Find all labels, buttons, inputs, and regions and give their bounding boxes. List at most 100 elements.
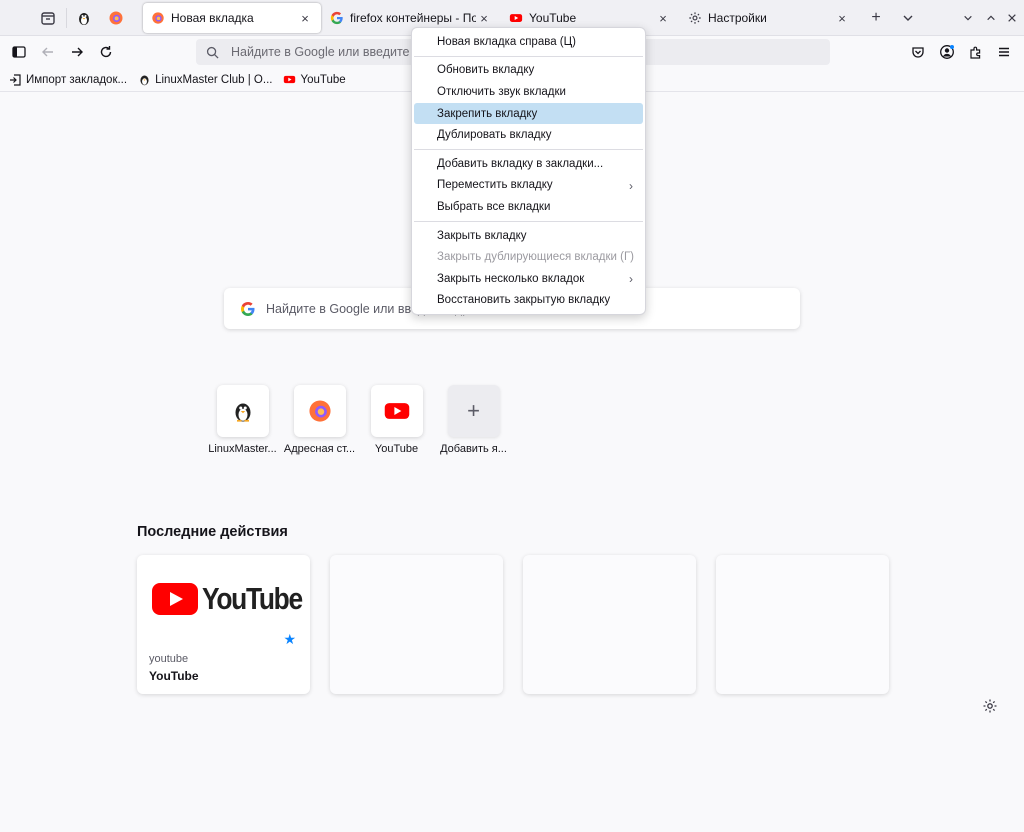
top-site-label: LinuxMaster... (208, 443, 277, 455)
menu-item-restore-closed-tab[interactable]: Восстановить закрытую вкладку (414, 290, 643, 312)
tab-close-icon[interactable]: × (297, 10, 313, 26)
top-site-linuxmaster[interactable]: LinuxMaster... (204, 385, 281, 455)
import-icon (8, 73, 22, 87)
menu-item-reload-tab[interactable]: Обновить вкладку (414, 60, 643, 82)
plus-icon: + (447, 385, 500, 437)
youtube-icon (152, 583, 198, 615)
menu-item-close-multiple-tabs[interactable]: Закрыть несколько вкладок › (414, 268, 643, 290)
top-site-youtube[interactable]: YouTube (358, 385, 435, 455)
chevron-down-icon (903, 15, 913, 21)
bookmark-youtube[interactable]: YouTube (282, 73, 346, 87)
menu-item-label: Новая вкладка справа (Ц) (437, 35, 576, 48)
bookmark-linuxmaster[interactable]: LinuxMaster Club | O... (137, 73, 272, 87)
penguin-icon (79, 13, 89, 25)
menu-item-label: Закрыть вкладку (437, 229, 527, 242)
youtube-icon (509, 11, 523, 25)
firefox-view-button[interactable] (34, 5, 62, 31)
tab-label: Новая вкладка (171, 11, 254, 25)
menu-item-label: Переместить вкладку (437, 179, 553, 192)
recent-card-youtube[interactable]: YouTube ★ youtube YouTube (137, 555, 310, 694)
menu-item-label: Дублировать вкладку (437, 129, 552, 142)
bookmarked-star-icon: ★ (283, 631, 296, 647)
tab-context-menu: Новая вкладка справа (Ц) Обновить вкладк… (411, 27, 646, 316)
menu-item-label: Закрыть несколько вкладок (437, 272, 585, 285)
firefox-view-icon (41, 12, 55, 25)
gear-icon (983, 699, 997, 713)
menu-item-close-duplicate-tabs: Закрыть дублирующиеся вкладки (Г) (414, 246, 643, 268)
menu-item-pin-tab[interactable]: Закрепить вкладку (414, 102, 643, 125)
list-all-tabs-button[interactable] (896, 6, 920, 30)
tab-label: Настройки (708, 11, 767, 25)
add-shortcut-tile[interactable]: + Добавить я... (435, 385, 512, 455)
youtube-icon (282, 73, 296, 87)
recent-card-placeholder (716, 555, 889, 694)
pinned-tab-firefox[interactable] (102, 5, 130, 31)
menu-item-label: Выбрать все вкладки (437, 200, 551, 213)
youtube-icon (384, 403, 409, 419)
chevron-down-icon (964, 15, 972, 21)
top-site-firefox[interactable]: Адресная ст... (281, 385, 358, 455)
pocket-button[interactable] (906, 40, 930, 64)
new-tab-button[interactable]: + (864, 6, 888, 30)
window-minimize-button[interactable] (956, 6, 980, 30)
tab-close-icon[interactable]: × (834, 10, 850, 26)
menu-item-duplicate-tab[interactable]: Дублировать вкладку (414, 124, 643, 146)
extensions-button[interactable] (964, 40, 988, 64)
menu-item-label: Добавить вкладку в закладки... (437, 157, 604, 170)
recent-card-placeholder (330, 555, 503, 694)
menu-item-select-all-tabs[interactable]: Выбрать все вкладки (414, 196, 643, 218)
penguin-icon (137, 73, 151, 87)
personalize-button[interactable] (982, 698, 1000, 716)
penguin-icon (235, 403, 250, 422)
tab-close-icon[interactable]: × (655, 10, 671, 26)
youtube-logo-text: YouTube (202, 581, 303, 616)
chevron-up-icon (987, 15, 995, 21)
top-site-label: YouTube (374, 443, 419, 455)
tab-close-icon[interactable]: × (476, 10, 492, 26)
pocket-icon (912, 47, 924, 58)
recent-activity-heading: Последние действия (137, 524, 288, 540)
close-icon (1008, 14, 1016, 22)
menu-item-move-tab[interactable]: Переместить вкладку › (414, 175, 643, 197)
menu-item-new-tab-right[interactable]: Новая вкладка справа (Ц) (414, 31, 643, 53)
account-button[interactable] (935, 40, 959, 64)
gear-icon (688, 11, 702, 25)
menu-item-bookmark-tab[interactable]: Добавить вкладку в закладки... (414, 153, 643, 175)
menu-item-label: Закрепить вкладку (437, 107, 538, 120)
reload-button[interactable] (94, 40, 118, 64)
google-g-icon (241, 301, 255, 316)
arrow-left-icon (42, 47, 53, 57)
menu-item-close-tab[interactable]: Закрыть вкладку (414, 225, 643, 247)
menu-button[interactable] (992, 40, 1016, 64)
reload-icon (100, 46, 112, 58)
tab-new-tab[interactable]: Новая вкладка × (143, 3, 321, 33)
forward-button[interactable] (65, 40, 89, 64)
firefox-logo-icon (308, 400, 331, 422)
menu-item-mute-tab[interactable]: Отключить звук вкладки (414, 81, 643, 103)
tab-label: firefox контейнеры - Поиск в Google (350, 11, 476, 25)
bookmark-label: Импорт закладок... (26, 73, 128, 86)
account-icon (940, 45, 954, 59)
submenu-arrow-icon: › (629, 271, 633, 286)
arrow-right-icon (72, 47, 83, 57)
recent-activity-cards: YouTube ★ youtube YouTube (137, 555, 889, 694)
search-icon (206, 46, 219, 59)
back-button[interactable] (36, 40, 60, 64)
puzzle-icon (970, 46, 981, 59)
tab-settings[interactable]: Настройки × (680, 3, 858, 33)
bookmark-import[interactable]: Импорт закладок... (8, 73, 127, 87)
menu-item-label: Восстановить закрытую вкладку (437, 294, 611, 307)
window-close-button[interactable] (1000, 6, 1024, 30)
menu-separator (414, 148, 643, 150)
hamburger-menu-icon (999, 47, 1009, 57)
recent-card-title: YouTube (149, 669, 199, 683)
bookmark-label: YouTube (300, 73, 346, 86)
pinned-tab-linuxmaster[interactable] (70, 5, 98, 31)
top-site-label: Адресная ст... (283, 443, 356, 455)
sidebar-icon (12, 46, 26, 58)
menu-separator (414, 55, 643, 57)
recent-card-placeholder (523, 555, 696, 694)
menu-item-label: Отключить звук вкладки (437, 85, 566, 98)
menu-item-label: Обновить вкладку (437, 64, 535, 77)
sidebar-button[interactable] (7, 40, 31, 64)
